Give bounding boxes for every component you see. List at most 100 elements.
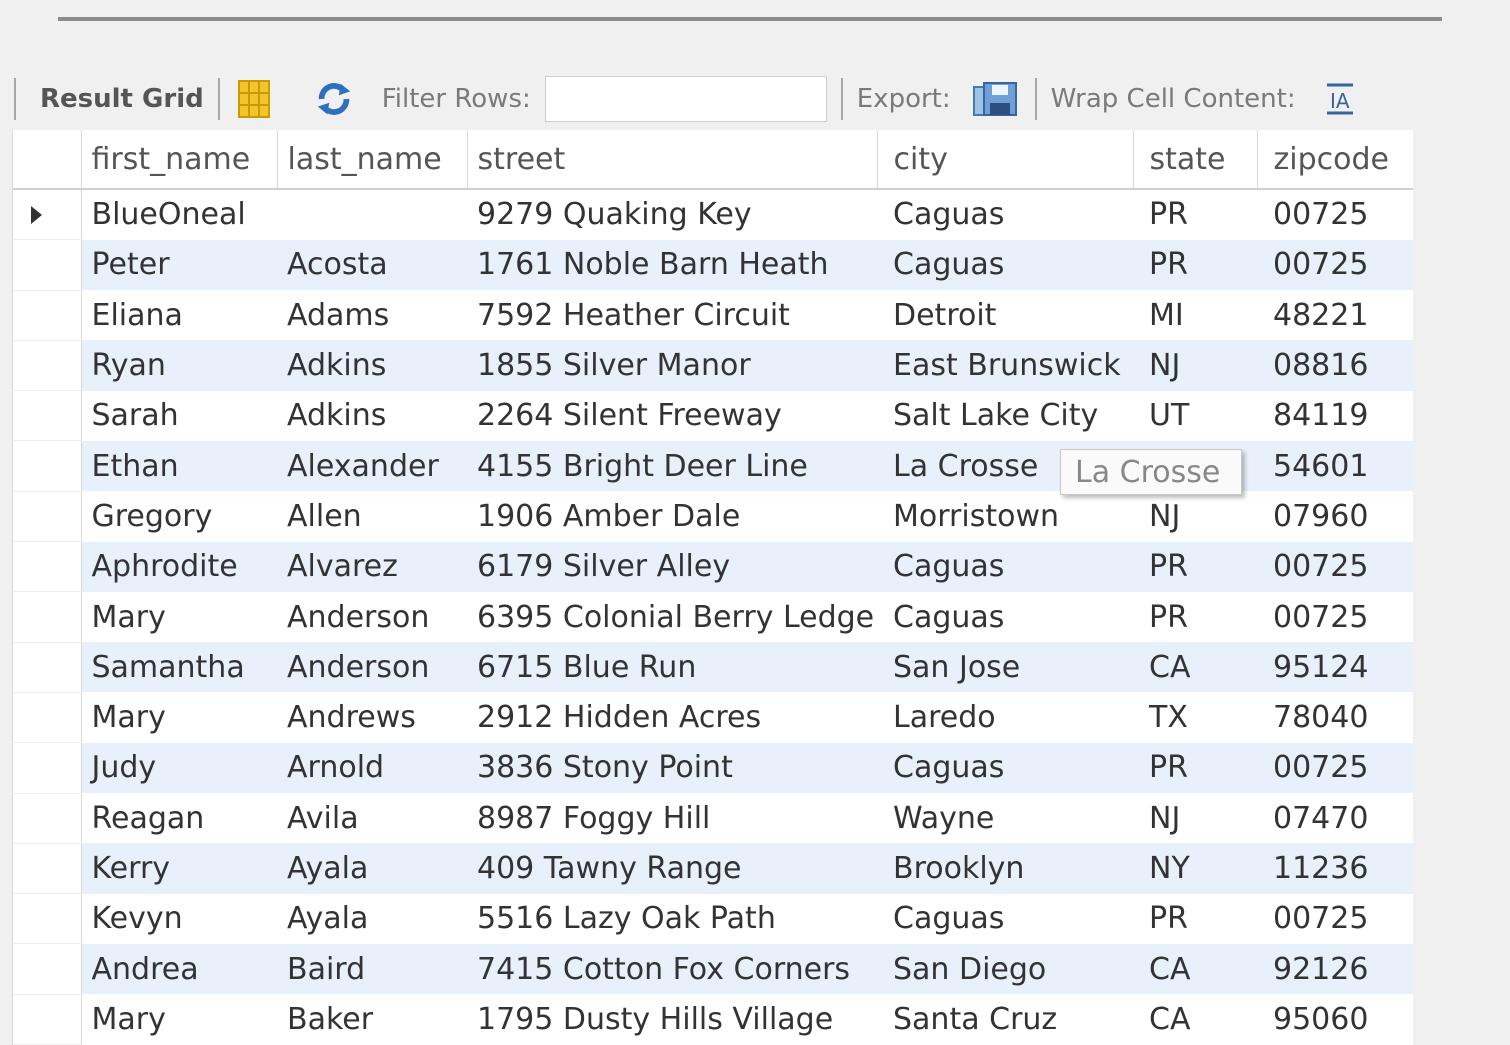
row-header[interactable] — [13, 591, 82, 643]
cell-street[interactable]: 8987 Foggy Hill — [467, 793, 877, 843]
cell-state[interactable]: PR — [1133, 742, 1257, 794]
row-header[interactable] — [13, 893, 82, 945]
cell-first-name[interactable]: Mary — [81, 592, 277, 642]
cell-city[interactable]: Laredo — [877, 692, 1133, 742]
cell-last-name[interactable]: Anderson — [277, 592, 467, 642]
column-header-zipcode[interactable]: zipcode — [1257, 130, 1413, 190]
row-header[interactable] — [13, 793, 82, 844]
cell-zipcode[interactable]: 00725 — [1257, 742, 1413, 794]
cell-first-name[interactable]: Andrea — [81, 943, 277, 995]
table-row[interactable]: Sarah Adkins 2264 Silent Freeway Salt Lake … — [13, 390, 1413, 442]
cell-last-name[interactable]: Allen — [277, 491, 467, 541]
cell-first-name[interactable]: Eliana — [81, 290, 277, 340]
cell-last-name[interactable]: Ayala — [277, 843, 467, 894]
cell-last-name[interactable]: Anderson — [277, 642, 467, 693]
table-row[interactable]: BlueOneal 9279 Quaking Key Caguas PR 00725 — [13, 189, 1413, 241]
table-row[interactable]: Gregory Allen 1906 Amber Dale Morristown NJ 0… — [13, 491, 1413, 543]
cell-zipcode[interactable]: 07960 — [1257, 491, 1413, 541]
cell-first-name[interactable]: Mary — [81, 994, 277, 1044]
cell-city[interactable]: Caguas — [877, 894, 1133, 944]
cell-first-name[interactable]: Ryan — [81, 340, 277, 391]
row-header[interactable] — [13, 642, 82, 693]
cell-first-name[interactable]: Samantha — [81, 642, 277, 693]
cell-first-name[interactable]: Judy — [81, 742, 277, 794]
cell-state[interactable]: UT — [1133, 391, 1257, 441]
cell-city[interactable]: Caguas — [877, 541, 1133, 592]
column-header-first-name[interactable]: first_name — [81, 130, 278, 190]
cell-zipcode[interactable]: 07470 — [1257, 793, 1413, 843]
cell-zipcode[interactable]: 48221 — [1257, 290, 1413, 340]
cell-last-name[interactable]: Adkins — [277, 340, 467, 391]
row-header[interactable] — [13, 491, 82, 543]
row-header[interactable] — [13, 692, 82, 744]
cell-state[interactable]: PR — [1133, 189, 1257, 240]
cell-first-name[interactable]: Peter — [81, 239, 277, 291]
row-header[interactable] — [13, 340, 82, 392]
row-header[interactable] — [13, 742, 82, 794]
cell-zipcode[interactable]: 00725 — [1257, 189, 1413, 240]
table-row[interactable]: Aphrodite Alvarez 6179 Silver Alley Caguas P… — [13, 541, 1413, 593]
cell-last-name[interactable] — [277, 189, 467, 240]
cell-street[interactable]: 2912 Hidden Acres — [467, 692, 877, 742]
column-header-state[interactable]: state — [1133, 130, 1258, 190]
result-grid-tab[interactable]: Result Grid — [40, 84, 204, 114]
cell-city[interactable]: San Diego — [877, 943, 1133, 995]
table-row[interactable]: Kevyn Ayala 5516 Lazy Oak Path Caguas PR 0072… — [13, 893, 1413, 945]
cell-state[interactable]: NY — [1133, 843, 1257, 894]
table-row[interactable]: Eliana Adams 7592 Heather Circuit Detroit MI… — [13, 290, 1413, 341]
wrap-text-icon[interactable]: IA — [1320, 79, 1360, 119]
cell-street[interactable]: 1855 Silver Manor — [467, 340, 877, 391]
cell-state[interactable]: NJ — [1133, 340, 1257, 391]
cell-city[interactable]: Morristown — [877, 491, 1133, 541]
cell-city[interactable]: Wayne — [877, 793, 1133, 843]
cell-last-name[interactable]: Baker — [277, 994, 467, 1044]
cell-state[interactable]: PR — [1133, 541, 1257, 592]
cell-zipcode[interactable]: 95124 — [1257, 642, 1413, 693]
cell-street[interactable]: 9279 Quaking Key — [467, 189, 877, 240]
cell-first-name[interactable]: Sarah — [81, 391, 277, 441]
table-row[interactable]: Ryan Adkins 1855 Silver Manor East Brunswic… — [13, 340, 1413, 392]
cell-last-name[interactable]: Alvarez — [277, 541, 467, 592]
cell-city[interactable]: Detroit — [877, 290, 1133, 340]
cell-first-name[interactable]: Kerry — [81, 843, 277, 894]
cell-zipcode[interactable]: 95060 — [1257, 994, 1413, 1044]
cell-state[interactable]: PR — [1133, 894, 1257, 944]
cell-state[interactable]: CA — [1133, 642, 1257, 693]
cell-state[interactable]: CA — [1133, 994, 1257, 1044]
cell-zipcode[interactable]: 84119 — [1257, 391, 1413, 441]
table-row[interactable]: Andrea Baird 7415 Cotton Fox Corners San Di… — [13, 943, 1413, 995]
cell-zipcode[interactable]: 00725 — [1257, 592, 1413, 642]
cell-first-name[interactable]: BlueOneal — [81, 189, 277, 240]
cell-first-name[interactable]: Reagan — [81, 793, 277, 843]
table-row[interactable]: Samantha Anderson 6715 Blue Run San Jose CA 9… — [13, 642, 1413, 693]
cell-city[interactable]: Santa Cruz — [877, 994, 1133, 1044]
cell-last-name[interactable]: Avila — [277, 793, 467, 843]
cell-first-name[interactable]: Ethan — [81, 440, 277, 492]
cell-last-name[interactable]: Alexander — [277, 440, 467, 492]
table-row[interactable]: Judy Arnold 3836 Stony Point Caguas PR 00725 — [13, 742, 1413, 794]
cell-last-name[interactable]: Ayala — [277, 894, 467, 944]
cell-zipcode[interactable]: 00725 — [1257, 239, 1413, 291]
cell-street[interactable]: 6715 Blue Run — [467, 642, 877, 693]
cell-state[interactable]: MI — [1133, 290, 1257, 340]
cell-city[interactable]: San Jose — [877, 642, 1133, 693]
cell-city[interactable]: East Brunswick — [877, 340, 1133, 391]
cell-state[interactable]: NJ — [1133, 491, 1257, 541]
cell-city[interactable]: Caguas — [877, 189, 1133, 240]
cell-street[interactable]: 1761 Noble Barn Heath — [467, 239, 877, 291]
filter-rows-input[interactable] — [544, 76, 827, 122]
grid-layout-icon[interactable] — [234, 79, 274, 119]
column-header-last-name[interactable]: last_name — [277, 130, 468, 190]
cell-state[interactable]: CA — [1133, 943, 1257, 995]
cell-last-name[interactable]: Adkins — [277, 391, 467, 441]
cell-street[interactable]: 7592 Heather Circuit — [467, 290, 877, 340]
cell-street[interactable]: 5516 Lazy Oak Path — [467, 894, 877, 944]
table-row[interactable]: Kerry Ayala 409 Tawny Range Brooklyn NY 11236 — [13, 843, 1413, 895]
cell-zipcode[interactable]: 00725 — [1257, 894, 1413, 944]
cell-state[interactable]: PR — [1133, 239, 1257, 291]
table-row[interactable]: Mary Baker 1795 Dusty Hills Village Santa C… — [13, 994, 1413, 1045]
row-header[interactable] — [13, 390, 82, 442]
cell-zipcode[interactable]: 92126 — [1257, 943, 1413, 995]
refresh-icon[interactable] — [314, 79, 354, 119]
cell-city[interactable]: Caguas — [877, 742, 1133, 794]
